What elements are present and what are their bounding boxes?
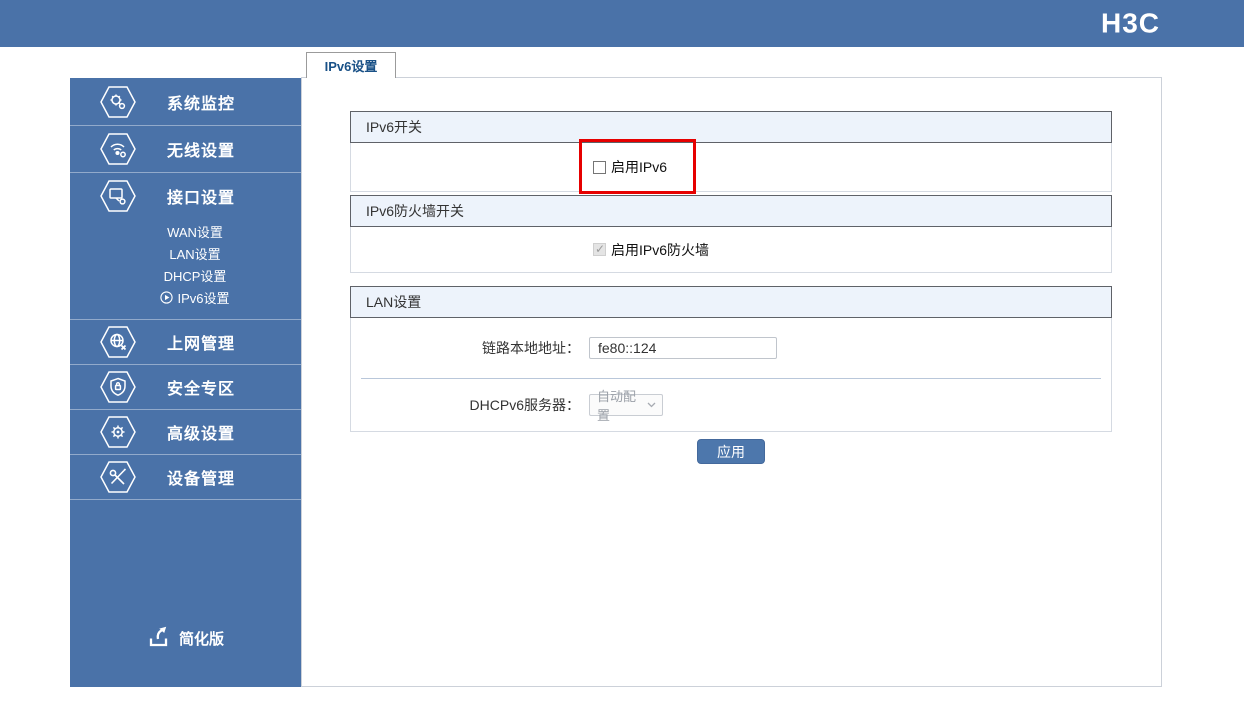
- section-ipv6-firewall: IPv6防火墙开关 启用IPv6防火墙: [350, 195, 1112, 273]
- sidebar-subitem-dhcp[interactable]: DHCP设置: [89, 264, 301, 286]
- dhcpv6-server-select[interactable]: 自动配置: [589, 389, 663, 423]
- h3c-logo: H3C: [1100, 6, 1160, 38]
- globe-block-icon: [100, 326, 136, 358]
- sidebar-item-security-zone[interactable]: 安全专区: [70, 364, 301, 409]
- sidebar-item-wireless-settings[interactable]: 无线设置: [70, 125, 301, 172]
- dhcpv6-server-label: DHCPv6服务器：: [469, 397, 580, 413]
- wireless-icon: [100, 133, 136, 165]
- interface-submenu: WAN设置 LAN设置 DHCP设置 IPv6设置: [70, 219, 301, 319]
- section-lan-settings: LAN设置 链路本地地址： DHCPv6服务器： 自动配置: [350, 286, 1112, 432]
- link-local-address-input[interactable]: [589, 337, 777, 359]
- play-icon: [160, 290, 174, 304]
- enable-ipv6-firewall-checkbox[interactable]: [593, 242, 606, 256]
- sidebar-item-interface-settings[interactable]: 接口设置: [70, 172, 301, 219]
- section-ipv6-switch: IPv6开关 启用IPv6: [350, 111, 1112, 194]
- link-local-address-label: 链路本地地址：: [482, 340, 580, 356]
- export-arrow-icon: [147, 626, 172, 650]
- section-ipv6-firewall-title: IPv6防火墙开关: [350, 195, 1112, 227]
- main-content-panel: IPv6开关 启用IPv6 IPv6防火墙开关 启用IPv6防火墙 LAN设置 …: [301, 77, 1162, 687]
- router-admin-page: H3C IPv6设置 系统监控 无线设置 接口设置 WAN设置 LAN设置 DH…: [0, 0, 1244, 715]
- enable-ipv6-firewall-label: 启用IPv6防火墙: [611, 241, 710, 258]
- top-header-bar: H3C: [0, 0, 1244, 47]
- sidebar-item-advanced-settings[interactable]: 高级设置: [70, 409, 301, 454]
- sidebar-footer-area: 简化版: [70, 499, 301, 687]
- enable-ipv6-label: 启用IPv6: [611, 159, 668, 175]
- sidebar-item-internet-manage[interactable]: 上网管理: [70, 319, 301, 364]
- tab-ipv6-settings[interactable]: IPv6设置: [306, 52, 396, 78]
- interface-icon: [100, 180, 136, 212]
- sidebar-subitem-wan[interactable]: WAN设置: [89, 220, 301, 242]
- section-ipv6-switch-title: IPv6开关: [350, 111, 1112, 143]
- simplified-version-link[interactable]: 简化版: [147, 626, 224, 650]
- sidebar-subitem-lan[interactable]: LAN设置: [89, 242, 301, 264]
- shield-lock-icon: [100, 371, 136, 403]
- tools-icon: [100, 461, 136, 493]
- sidebar-subitem-ipv6-label: IPv6设置: [177, 290, 230, 306]
- dhcpv6-server-selected-value: 自动配置: [597, 389, 637, 423]
- sidebar-subitem-ipv6[interactable]: IPv6设置: [89, 286, 301, 308]
- apply-button[interactable]: 应用: [697, 439, 765, 464]
- system-monitor-icon: [100, 85, 136, 118]
- sidebar-item-system-monitor[interactable]: 系统监控: [70, 78, 301, 125]
- sidebar-nav: 系统监控 无线设置 接口设置 WAN设置 LAN设置 DHCP设置 IPv6设置…: [70, 78, 301, 687]
- chevron-down-icon: [647, 402, 656, 408]
- sidebar-item-device-manage[interactable]: 设备管理: [70, 454, 301, 499]
- section-lan-settings-title: LAN设置: [350, 286, 1112, 318]
- enable-ipv6-checkbox[interactable]: [593, 160, 606, 174]
- gear-icon: [100, 416, 136, 448]
